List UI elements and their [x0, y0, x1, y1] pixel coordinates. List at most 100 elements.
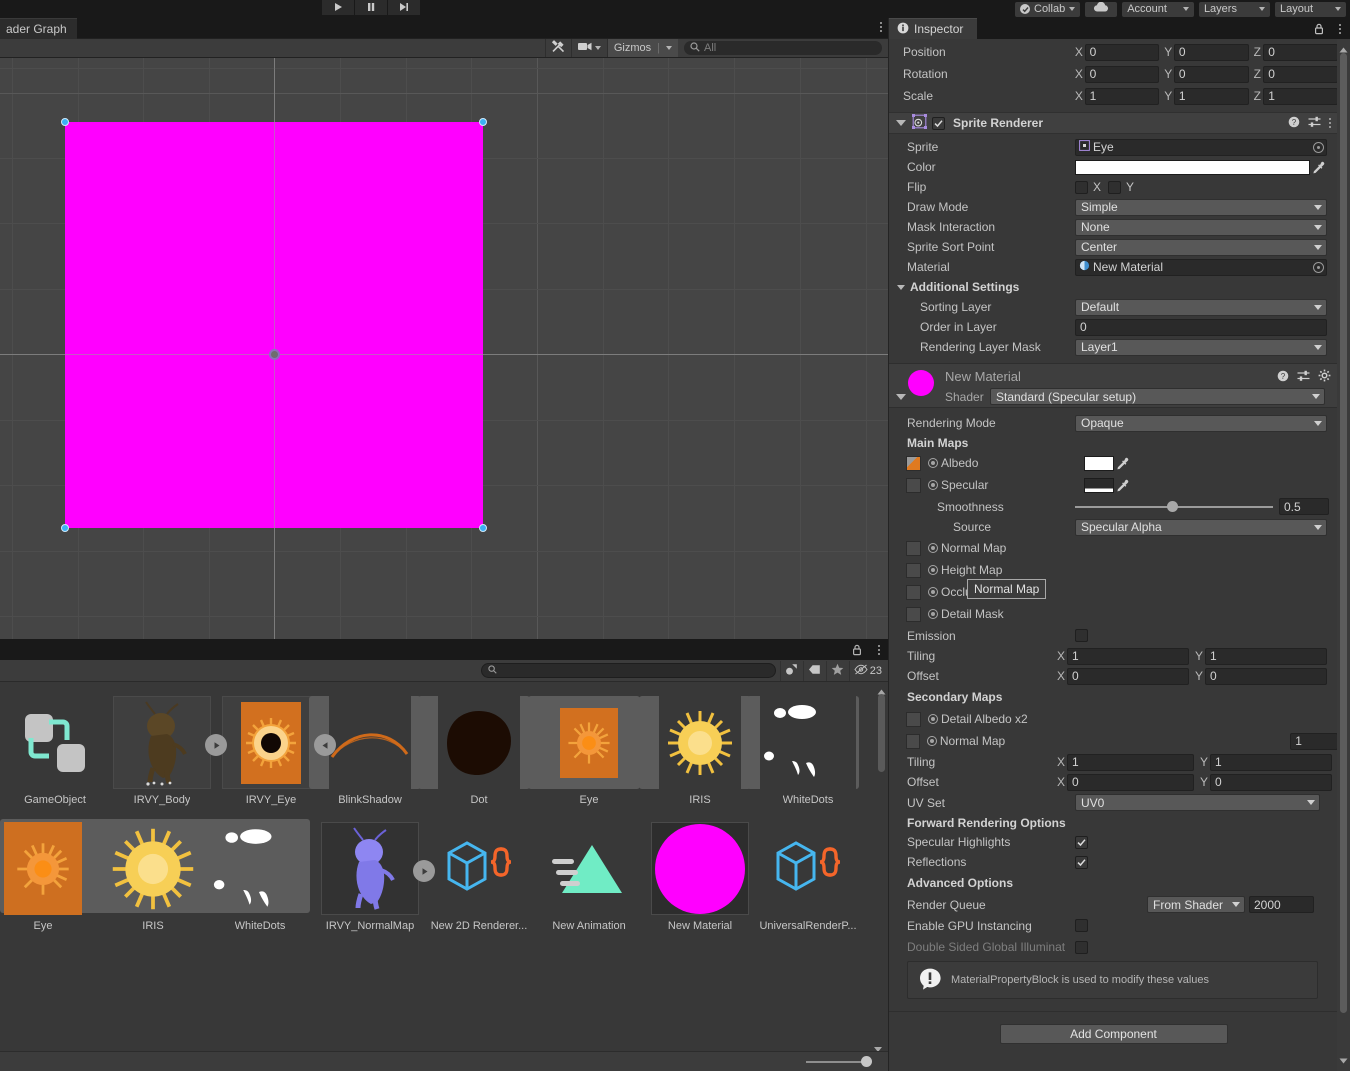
- mask-interaction-dropdown[interactable]: None: [1075, 218, 1327, 236]
- specular-color-swatch[interactable]: [1084, 477, 1114, 493]
- project-search-input[interactable]: [480, 663, 776, 678]
- tab-inspector[interactable]: Inspector: [889, 18, 978, 39]
- zoom-slider-knob[interactable]: [861, 1056, 872, 1067]
- asset-item[interactable]: Eye: [0, 822, 98, 932]
- kebab-icon[interactable]: [878, 645, 880, 655]
- color-swatch[interactable]: [1075, 159, 1310, 175]
- asset-item[interactable]: Eye: [528, 696, 644, 806]
- offset-y-field[interactable]: 0: [1205, 667, 1327, 685]
- asset-item[interactable]: WhiteDots: [205, 822, 315, 932]
- eyedropper-icon[interactable]: [1310, 159, 1327, 176]
- order-in-layer-field[interactable]: 0: [1075, 318, 1327, 336]
- lock-icon[interactable]: [852, 644, 862, 659]
- occlusion-texture-slot[interactable]: [906, 584, 921, 600]
- secondary-tiling-y-field[interactable]: 1: [1210, 753, 1332, 771]
- emission-checkbox[interactable]: [1075, 629, 1088, 642]
- preset-icon[interactable]: [1297, 370, 1310, 385]
- camera-dropdown[interactable]: [570, 39, 607, 57]
- pause-button[interactable]: [355, 0, 387, 15]
- detail-albedo-texture-slot[interactable]: [906, 711, 921, 727]
- uv-set-dropdown[interactable]: UV0: [1075, 794, 1320, 811]
- gizmos-dropdown[interactable]: Gizmos |: [606, 39, 678, 57]
- detail-albedo-toggle-icon[interactable]: [928, 714, 938, 724]
- asset-item[interactable]: IRIS: [98, 822, 208, 932]
- step-button[interactable]: [388, 0, 420, 15]
- height-map-texture-slot[interactable]: [906, 562, 921, 578]
- asset-zoom-slider[interactable]: [0, 1051, 888, 1071]
- flip-y-checkbox[interactable]: [1108, 180, 1122, 194]
- inspector-vertical-scrollbar[interactable]: [1337, 39, 1350, 1071]
- render-queue-value-field[interactable]: 2000: [1249, 896, 1314, 913]
- pivot-handle[interactable]: [269, 349, 280, 360]
- rotation-y-field[interactable]: 0: [1173, 65, 1249, 83]
- secondary-offset-y-field[interactable]: 0: [1210, 773, 1332, 791]
- height-map-toggle-icon[interactable]: [928, 565, 938, 575]
- eyedropper-icon[interactable]: [1114, 477, 1131, 494]
- kebab-icon[interactable]: [880, 22, 882, 32]
- hidden-assets-counter[interactable]: 23: [848, 660, 888, 681]
- gear-icon[interactable]: [1318, 369, 1331, 385]
- foldout-arrow-icon[interactable]: [896, 394, 906, 400]
- help-icon[interactable]: ?: [1277, 370, 1289, 385]
- collab-dropdown[interactable]: Collab: [1015, 1, 1081, 17]
- gpu-instancing-checkbox[interactable]: [1075, 919, 1088, 932]
- flip-x-checkbox[interactable]: [1075, 180, 1088, 194]
- detail-mask-toggle-icon[interactable]: [928, 609, 938, 619]
- layers-dropdown[interactable]: Layers: [1198, 1, 1270, 17]
- albedo-color-swatch[interactable]: [1084, 455, 1114, 471]
- scale-y-field[interactable]: 1: [1173, 87, 1249, 105]
- sorting-layer-dropdown[interactable]: Default: [1075, 298, 1327, 316]
- sprite-handle-top-left[interactable]: [61, 118, 69, 126]
- secondary-normal-texture-slot[interactable]: [906, 733, 921, 749]
- preview-play-badge[interactable]: [413, 860, 435, 882]
- lock-icon[interactable]: [1314, 23, 1324, 38]
- specular-toggle-icon[interactable]: [928, 480, 938, 490]
- tools-button[interactable]: [544, 39, 571, 57]
- sprite-handle-bottom-left[interactable]: [61, 524, 69, 532]
- rotation-x-field[interactable]: 0: [1084, 65, 1160, 83]
- asset-item[interactable]: IRVY_NormalMap: [315, 822, 435, 932]
- sprite-renderer-enabled-checkbox[interactable]: [932, 116, 945, 130]
- sprite-renderer-header[interactable]: Sprite Renderer ?: [889, 112, 1338, 134]
- asset-item[interactable]: WhiteDots: [747, 696, 863, 806]
- kebab-icon[interactable]: [1329, 118, 1331, 128]
- albedo-toggle-icon[interactable]: [928, 458, 938, 468]
- secondary-normal-toggle-icon[interactable]: [927, 736, 937, 746]
- rendering-layer-mask-dropdown[interactable]: Layer1: [1075, 338, 1327, 356]
- foldout-arrow-icon[interactable]: [897, 284, 905, 290]
- play-button[interactable]: [322, 0, 354, 15]
- position-y-field[interactable]: 0: [1173, 43, 1249, 61]
- help-icon[interactable]: ?: [1288, 116, 1300, 131]
- rotation-z-field[interactable]: 0: [1263, 65, 1338, 83]
- smoothness-value-field[interactable]: 0.5: [1279, 498, 1329, 515]
- tab-shader-graph[interactable]: ader Graph: [0, 18, 77, 39]
- draw-mode-dropdown[interactable]: Simple: [1075, 198, 1327, 216]
- asset-item[interactable]: New Material: [645, 822, 755, 932]
- asset-item[interactable]: UniversalRenderP...: [753, 822, 863, 932]
- reflections-checkbox[interactable]: [1075, 855, 1088, 869]
- occlusion-toggle-icon[interactable]: [928, 587, 938, 597]
- scale-x-field[interactable]: 1: [1084, 87, 1160, 105]
- rendering-mode-dropdown[interactable]: Opaque: [1075, 414, 1327, 432]
- kebab-icon[interactable]: [1339, 24, 1341, 34]
- scale-z-field[interactable]: 1: [1263, 87, 1338, 105]
- scroll-down-icon[interactable]: [1339, 1053, 1348, 1067]
- secondary-offset-x-field[interactable]: 0: [1067, 773, 1194, 791]
- smoothness-slider[interactable]: [1075, 498, 1273, 515]
- source-dropdown[interactable]: Specular Alpha: [1075, 518, 1327, 536]
- asset-item[interactable]: New 2D Renderer...: [424, 822, 534, 932]
- material-object-field[interactable]: New Material: [1075, 258, 1327, 276]
- render-queue-mode-dropdown[interactable]: From Shader: [1147, 896, 1245, 913]
- filter-by-label-button[interactable]: [802, 660, 826, 681]
- sprite-handle-bottom-right[interactable]: [479, 524, 487, 532]
- tiling-y-field[interactable]: 1: [1205, 647, 1327, 665]
- project-vertical-scrollbar[interactable]: [875, 682, 888, 1039]
- scene-search-input[interactable]: All: [684, 41, 882, 55]
- preview-play-badge[interactable]: [205, 734, 227, 756]
- asset-item[interactable]: IRVY_Body: [107, 696, 227, 806]
- object-picker-icon[interactable]: [1313, 141, 1324, 153]
- normal-map-texture-slot[interactable]: [906, 540, 921, 556]
- specular-highlights-checkbox[interactable]: [1075, 835, 1088, 849]
- secondary-normal-scale-field[interactable]: 1: [1290, 732, 1338, 750]
- filter-by-type-button[interactable]: [779, 660, 803, 681]
